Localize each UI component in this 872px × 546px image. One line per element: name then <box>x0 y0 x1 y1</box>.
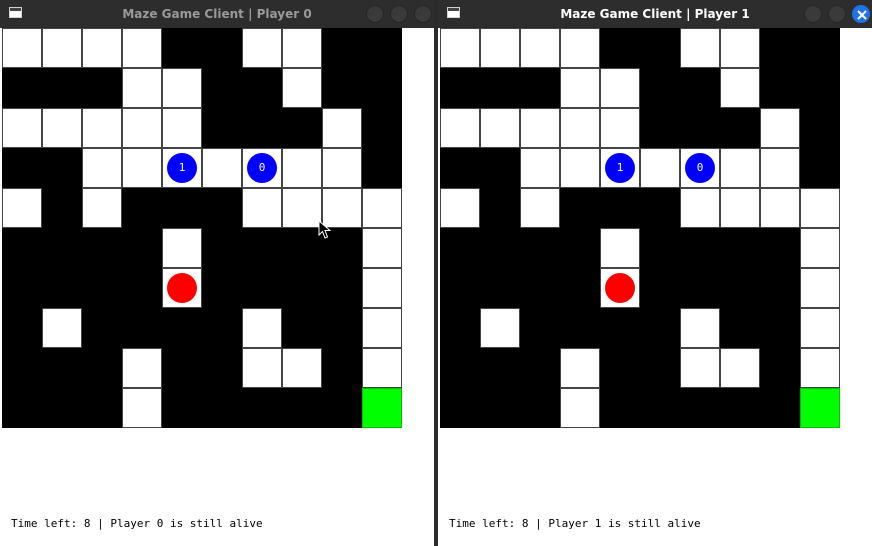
path-cell <box>800 188 840 228</box>
player-marker-0: 0 <box>247 153 277 183</box>
status-text: Time left: 8 | Player 1 is still alive <box>449 517 701 530</box>
path-cell <box>560 388 600 428</box>
goal-cell <box>800 388 840 428</box>
path-cell <box>2 108 42 148</box>
path-cell <box>640 148 680 188</box>
path-cell <box>282 348 322 388</box>
path-cell <box>162 108 202 148</box>
path-cell <box>520 108 560 148</box>
path-cell <box>440 108 480 148</box>
player-marker-1: 1 <box>167 153 197 183</box>
titlebar[interactable]: Maze Game Client | Player 1 <box>438 0 872 28</box>
path-cell <box>122 68 162 108</box>
player-marker-0: 0 <box>685 153 715 183</box>
path-cell <box>720 28 760 68</box>
path-cell <box>600 68 640 108</box>
path-cell <box>560 28 600 68</box>
path-cell <box>680 28 720 68</box>
path-cell <box>282 188 322 228</box>
path-cell <box>242 308 282 348</box>
path-cell <box>162 228 202 268</box>
enemy-marker <box>167 273 197 303</box>
path-cell <box>242 188 282 228</box>
path-cell <box>122 28 162 68</box>
player-1-window[interactable]: Maze Game Client | Player 1 10 Time left… <box>438 0 872 546</box>
path-cell <box>520 28 560 68</box>
path-cell <box>42 28 82 68</box>
path-cell <box>440 188 480 228</box>
path-cell <box>2 188 42 228</box>
path-cell <box>282 68 322 108</box>
mouse-pointer-icon <box>318 220 332 239</box>
path-cell <box>322 108 362 148</box>
maximize-button[interactable] <box>828 5 846 23</box>
titlebar[interactable]: Maze Game Client | Player 0 <box>0 0 434 28</box>
path-cell <box>680 188 720 228</box>
path-cell <box>480 28 520 68</box>
path-cell <box>82 148 122 188</box>
path-cell <box>800 228 840 268</box>
path-cell <box>322 148 362 188</box>
path-cell <box>720 148 760 188</box>
path-cell <box>82 28 122 68</box>
path-cell <box>362 228 402 268</box>
path-cell <box>202 148 242 188</box>
path-cell <box>680 308 720 348</box>
path-cell <box>282 28 322 68</box>
path-cell <box>242 348 282 388</box>
path-cell <box>122 108 162 148</box>
path-cell <box>480 308 520 348</box>
path-cell <box>362 188 402 228</box>
path-cell <box>42 308 82 348</box>
path-cell <box>362 308 402 348</box>
path-cell <box>680 348 720 388</box>
path-cell <box>2 28 42 68</box>
enemy-marker <box>605 273 635 303</box>
path-cell <box>600 228 640 268</box>
path-cell <box>122 388 162 428</box>
path-cell <box>242 28 282 68</box>
maze-board[interactable]: 10 <box>440 28 840 428</box>
maze-board[interactable]: 10 <box>2 28 402 428</box>
path-cell <box>760 148 800 188</box>
minimize-button[interactable] <box>804 5 822 23</box>
path-cell <box>560 108 600 148</box>
path-cell <box>162 68 202 108</box>
path-cell <box>440 28 480 68</box>
path-cell <box>800 268 840 308</box>
path-cell <box>600 108 640 148</box>
path-cell <box>42 108 82 148</box>
path-cell <box>362 268 402 308</box>
path-cell <box>720 68 760 108</box>
minimize-button[interactable] <box>366 5 384 23</box>
path-cell <box>560 148 600 188</box>
status-text: Time left: 8 | Player 0 is still alive <box>11 517 263 530</box>
path-cell <box>520 148 560 188</box>
path-cell <box>720 348 760 388</box>
maximize-button[interactable] <box>390 5 408 23</box>
path-cell <box>82 108 122 148</box>
close-icon <box>857 10 867 20</box>
path-cell <box>720 188 760 228</box>
player-marker-1: 1 <box>605 153 635 183</box>
path-cell <box>282 148 322 188</box>
close-button[interactable] <box>414 5 432 23</box>
path-cell <box>520 188 560 228</box>
goal-cell <box>362 388 402 428</box>
path-cell <box>560 68 600 108</box>
path-cell <box>122 348 162 388</box>
close-button[interactable] <box>852 5 870 23</box>
path-cell <box>800 308 840 348</box>
path-cell <box>122 148 162 188</box>
path-cell <box>760 188 800 228</box>
path-cell <box>480 108 520 148</box>
path-cell <box>560 348 600 388</box>
path-cell <box>760 108 800 148</box>
path-cell <box>82 188 122 228</box>
path-cell <box>362 348 402 388</box>
player-0-window[interactable]: Maze Game Client | Player 0 10 Time left… <box>0 0 434 546</box>
path-cell <box>800 348 840 388</box>
